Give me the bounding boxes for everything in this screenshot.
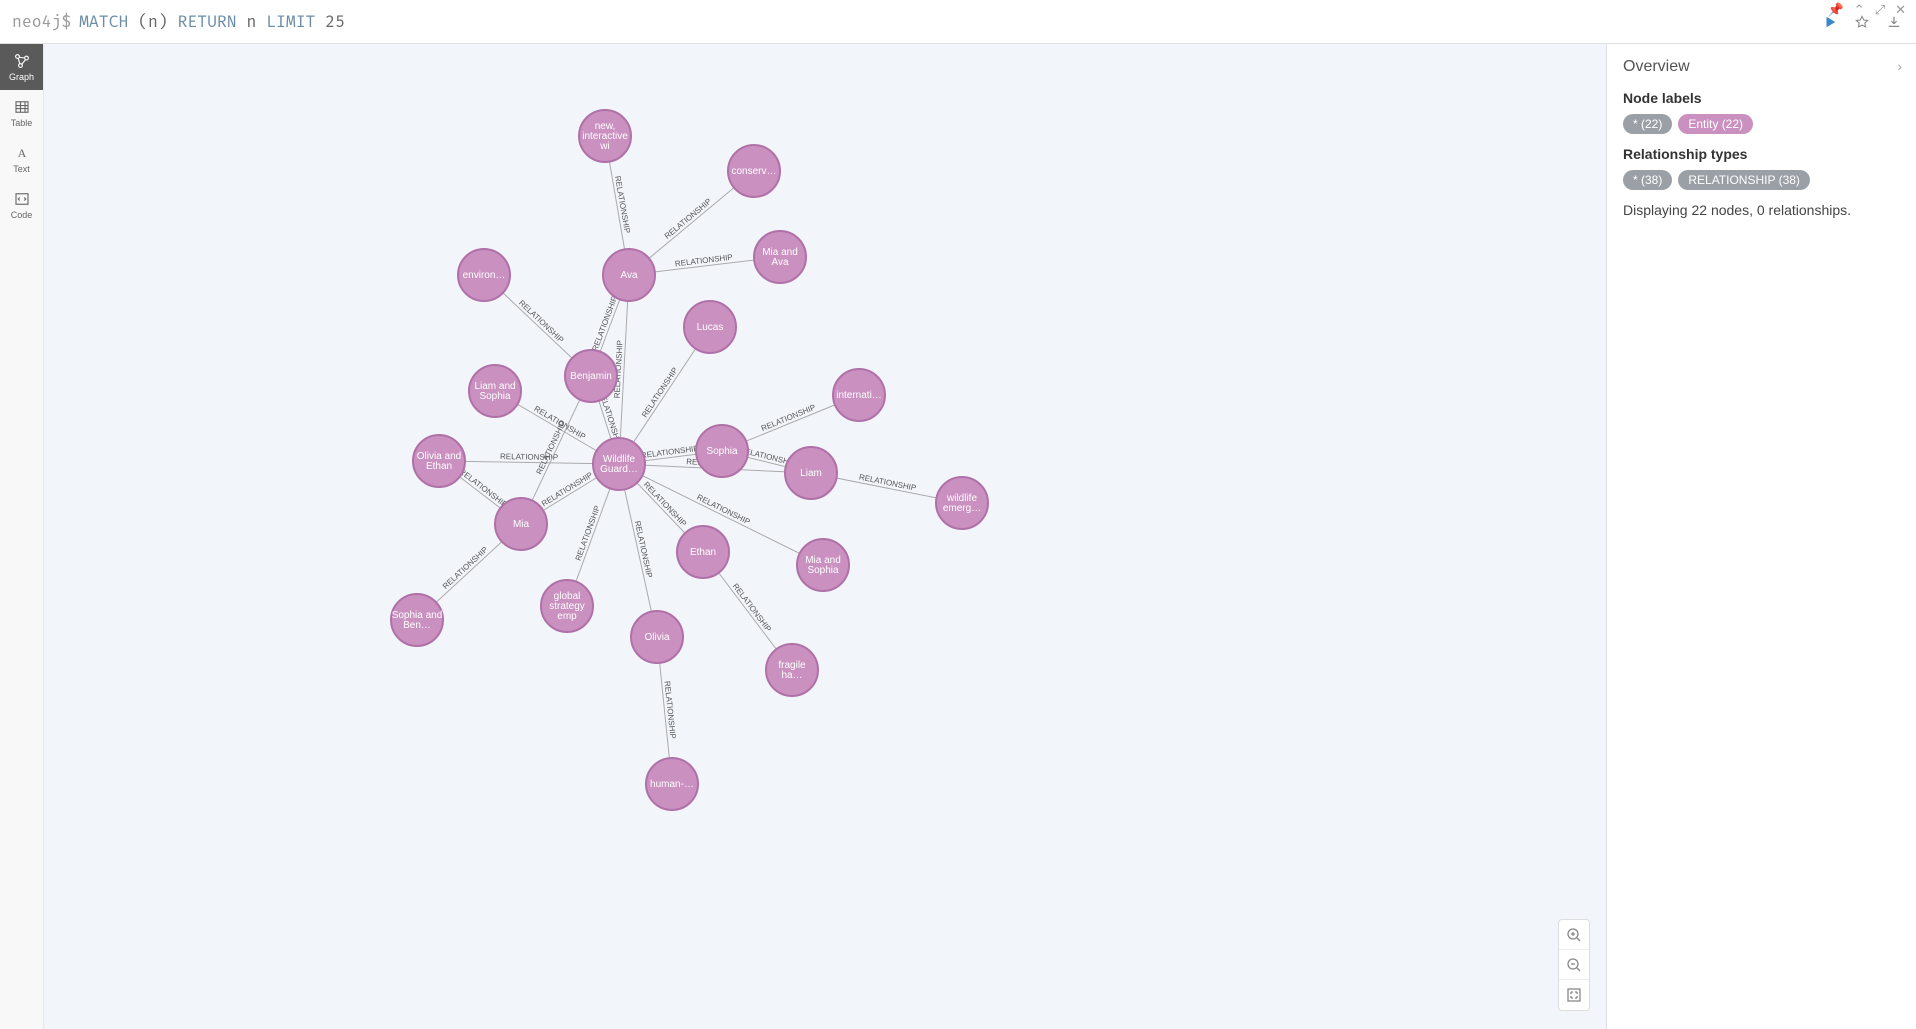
edge-wildlife_guard-olivia_ethan[interactable]: RELATIONSHIP — [439, 452, 619, 464]
node-sophia_ben[interactable]: Sophia andBen… — [391, 594, 443, 646]
svg-text:RELATIONSHIP: RELATIONSHIP — [731, 582, 773, 634]
node-global_strategy[interactable]: globalstrategyemp — [541, 580, 593, 632]
tab-table[interactable]: Table — [0, 90, 43, 136]
node-internati[interactable]: internati… — [833, 369, 885, 421]
rel-types-header: Relationship types — [1623, 146, 1900, 162]
node-mia_ava[interactable]: Mia andAva — [754, 231, 806, 283]
pin-icon[interactable]: 📌 — [1828, 2, 1844, 18]
svg-text:RELATIONSHIP: RELATIONSHIP — [517, 298, 565, 344]
close-icon[interactable]: ✕ — [1895, 2, 1906, 18]
node-label-pill-1[interactable]: Entity (22) — [1678, 114, 1753, 134]
node-benjamin[interactable]: Benjamin — [565, 350, 617, 402]
node-liam_sophia[interactable]: Liam andSophia — [469, 365, 521, 417]
svg-text:RELATIONSHIP: RELATIONSHIP — [540, 470, 594, 508]
node-label-pills: * (22) Entity (22) — [1623, 114, 1900, 134]
graph-svg[interactable]: RELATIONSHIPRELATIONSHIPRELATIONSHIPRELA… — [44, 44, 1606, 1029]
query-input[interactable]: MATCH (n) RETURN n LIMIT 25 — [75, 12, 1816, 32]
view-tabs: Graph Table A Text Code — [0, 44, 44, 1029]
node-liam[interactable]: Liam — [785, 447, 837, 499]
tab-text[interactable]: A Text — [0, 136, 43, 182]
expand-icon[interactable]: ⤢ — [1875, 2, 1885, 18]
tab-graph[interactable]: Graph — [0, 44, 43, 90]
svg-text:RELATIONSHIP: RELATIONSHIP — [858, 473, 917, 493]
svg-text:RELATIONSHIP: RELATIONSHIP — [663, 197, 713, 241]
node-human[interactable]: human-… — [646, 758, 698, 810]
node-wildlife_guard[interactable]: WildlifeGuard… — [593, 438, 645, 490]
zoom-out-button[interactable] — [1559, 950, 1589, 980]
query-bar: neo4j$ MATCH (n) RETURN n LIMIT 25 — [0, 0, 1916, 44]
node-mia[interactable]: Mia — [495, 498, 547, 550]
zoom-controls — [1558, 919, 1590, 1011]
node-label-pill-0[interactable]: * (22) — [1623, 114, 1672, 134]
node-olivia_ethan[interactable]: Olivia andEthan — [413, 435, 465, 487]
query-prompt: neo4j$ — [8, 12, 75, 32]
zoom-in-button[interactable] — [1559, 920, 1589, 950]
node-new_interactive[interactable]: new,interactivewi — [579, 110, 631, 162]
node-olivia[interactable]: Olivia — [631, 611, 683, 663]
rel-type-pill-1[interactable]: RELATIONSHIP (38) — [1678, 170, 1810, 190]
svg-text:RELATIONSHIP: RELATIONSHIP — [760, 403, 817, 433]
node-labels-header: Node labels — [1623, 90, 1900, 106]
svg-text:RELATIONSHIP: RELATIONSHIP — [695, 493, 751, 527]
svg-text:RELATIONSHIP: RELATIONSHIP — [613, 175, 632, 234]
overview-panel: Overview › Node labels * (22) Entity (22)… — [1606, 44, 1916, 1029]
svg-text:RELATIONSHIP: RELATIONSHIP — [441, 545, 490, 591]
rel-type-pills: * (38) RELATIONSHIP (38) — [1623, 170, 1900, 190]
node-ethan[interactable]: Ethan — [677, 526, 729, 578]
graph-canvas[interactable]: RELATIONSHIPRELATIONSHIPRELATIONSHIPRELA… — [44, 44, 1606, 1029]
tab-code[interactable]: Code — [0, 182, 43, 228]
node-conserv[interactable]: conserv… — [728, 145, 780, 197]
zoom-fit-button[interactable] — [1559, 980, 1589, 1010]
display-count: Displaying 22 nodes, 0 relationships. — [1623, 202, 1900, 218]
chevron-right-icon[interactable]: › — [1897, 58, 1902, 74]
svg-text:RELATIONSHIP: RELATIONSHIP — [535, 419, 568, 475]
window-controls: 📌 ⌃ ⤢ ✕ — [1828, 2, 1906, 18]
node-sophia[interactable]: Sophia — [696, 425, 748, 477]
node-lucas[interactable]: Lucas — [684, 301, 736, 353]
svg-text:RELATIONSHIP: RELATIONSHIP — [640, 366, 680, 419]
main-area: Graph Table A Text Code RELATIONSHIPRELA… — [0, 44, 1916, 1029]
svg-text:RELATIONSHIP: RELATIONSHIP — [458, 467, 510, 510]
svg-text:A: A — [17, 146, 26, 160]
node-fragile[interactable]: fragileha… — [766, 644, 818, 696]
rel-type-pill-0[interactable]: * (38) — [1623, 170, 1672, 190]
node-environ[interactable]: environ… — [458, 249, 510, 301]
svg-text:RELATIONSHIP: RELATIONSHIP — [633, 520, 654, 579]
svg-text:RELATIONSHIP: RELATIONSHIP — [574, 504, 602, 562]
overview-title: Overview — [1623, 58, 1900, 76]
collapse-icon[interactable]: ⌃ — [1854, 2, 1865, 18]
node-ava[interactable]: Ava — [603, 249, 655, 301]
node-wildlife_emerg[interactable]: wildlifeemerg… — [936, 477, 988, 529]
node-mia_sophia[interactable]: Mia andSophia — [797, 539, 849, 591]
